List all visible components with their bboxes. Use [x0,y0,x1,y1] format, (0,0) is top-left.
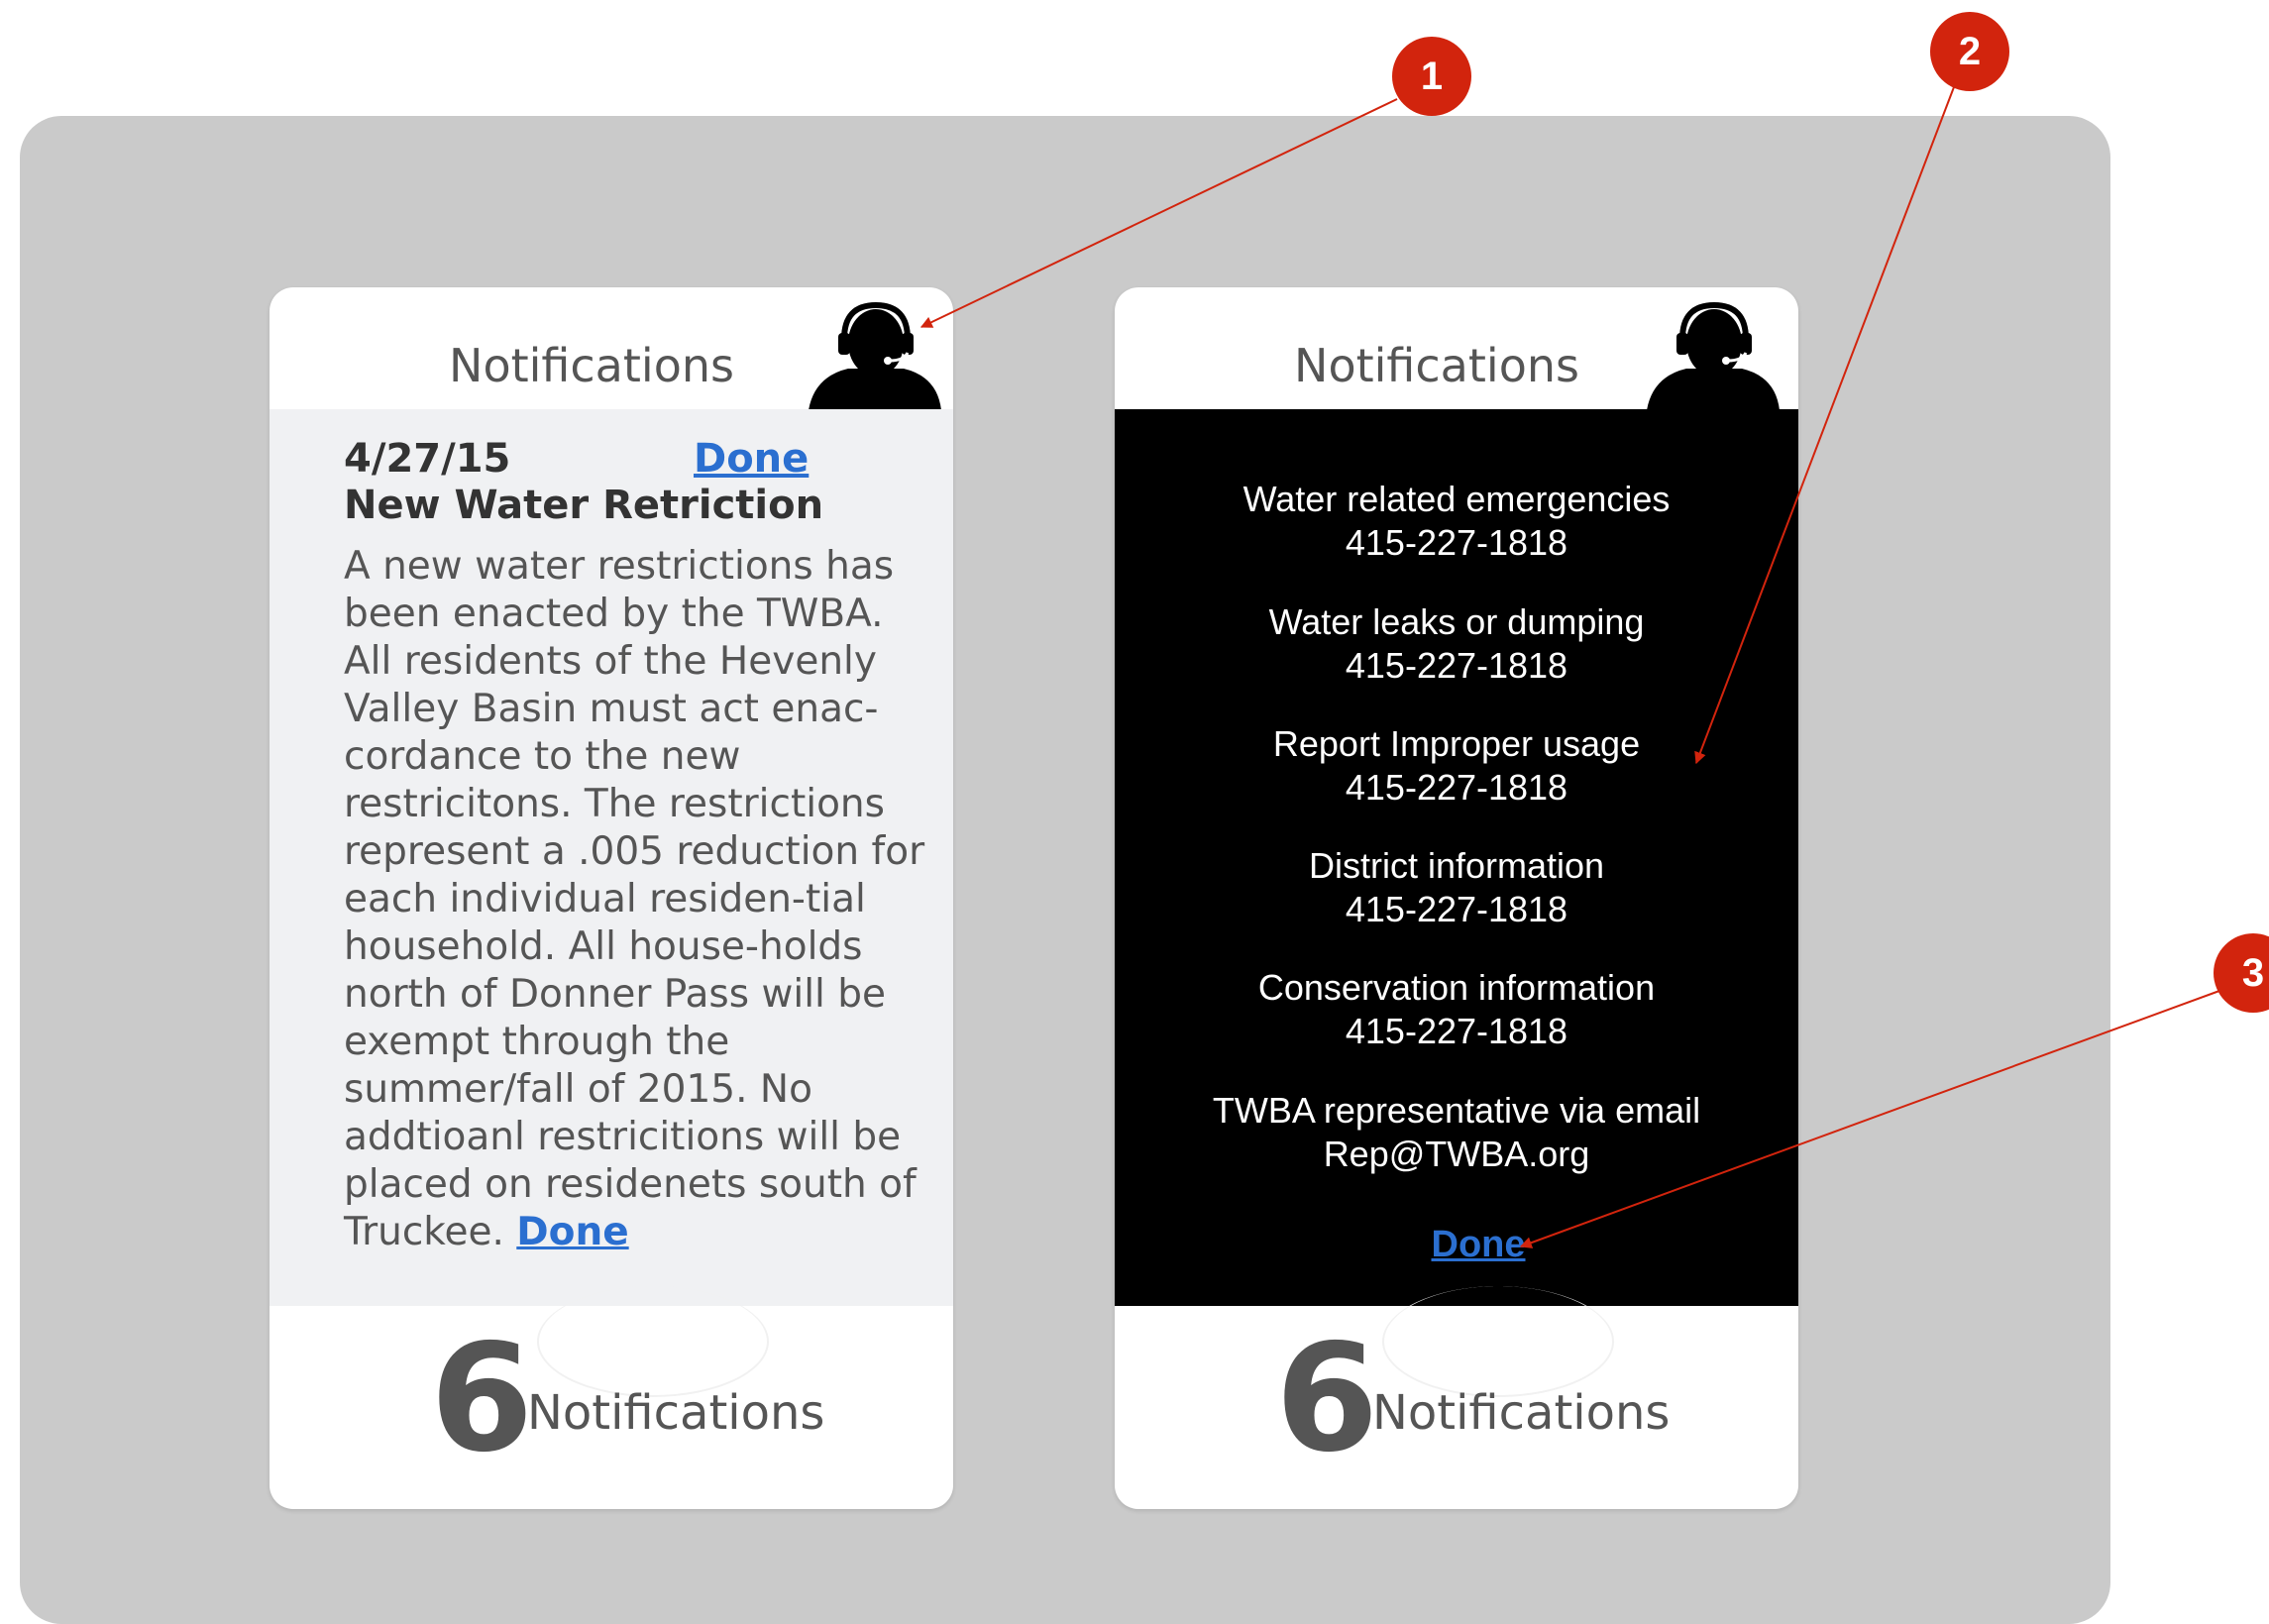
annotation-marker-2: 2 [1930,12,2009,91]
annotation-arrows [919,78,2220,1248]
annotation-marker-1: 1 [1392,37,1471,116]
